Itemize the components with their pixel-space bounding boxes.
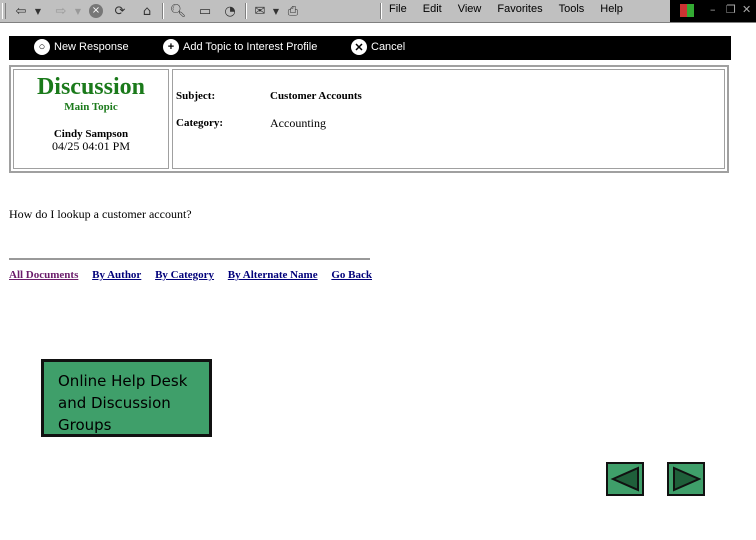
toolbar-grip [2, 3, 6, 19]
menu-help[interactable]: Help [600, 3, 623, 15]
document-header: Discussion Main Topic Cindy Sampson 04/2… [9, 65, 729, 173]
document-fields-cell: Subject: Customer Accounts Category: Acc… [172, 69, 725, 169]
menu-bar: File Edit View Favorites Tools Help [389, 3, 639, 15]
home-icon[interactable]: ⌂ [137, 2, 157, 20]
right-arrow-icon [673, 466, 701, 492]
subject-value: Customer Accounts [270, 90, 362, 102]
new-response-button[interactable]: ○ New Response [34, 39, 129, 55]
document-body: How do I lookup a customer account? [9, 207, 192, 221]
favorites-icon[interactable]: ▭ [195, 2, 215, 20]
menu-favorites[interactable]: Favorites [497, 3, 542, 15]
link-by-alternate-name[interactable]: By Alternate Name [228, 269, 318, 281]
close-icon[interactable]: ✕ [742, 3, 751, 16]
history-icon[interactable]: ◔ [220, 2, 240, 20]
restore-icon[interactable]: ❐ [726, 3, 736, 16]
cancel-label: Cancel [371, 41, 406, 53]
toolbar-separator [162, 3, 164, 19]
refresh-icon[interactable]: ⟳ [111, 2, 129, 20]
print-icon[interactable]: ⎙ [283, 2, 303, 20]
action-bar: ○ New Response + Add Topic to Interest P… [9, 36, 731, 60]
add-topic-button[interactable]: + Add Topic to Interest Profile [163, 39, 317, 55]
post-date: 04/25 04:01 PM [51, 139, 130, 153]
toolbar-separator [245, 3, 247, 19]
menu-view[interactable]: View [458, 3, 482, 15]
mail-dropdown-icon[interactable]: ▼ [272, 2, 280, 20]
caption-box: Online Help Desk and Discussion Groups [41, 359, 212, 437]
toolbar-separator [380, 3, 382, 19]
link-by-category[interactable]: By Category [155, 269, 214, 281]
link-by-author[interactable]: By Author [92, 269, 141, 281]
divider [9, 258, 370, 260]
stop-icon[interactable]: × [87, 2, 105, 20]
link-go-back[interactable]: Go Back [331, 269, 372, 281]
forward-dropdown-icon[interactable]: ▼ [74, 2, 82, 20]
new-response-label: New Response [54, 41, 129, 53]
menu-tools[interactable]: Tools [559, 3, 585, 15]
left-arrow-icon [610, 466, 639, 492]
category-value: Accounting [270, 116, 326, 130]
minimize-icon[interactable]: – [710, 3, 716, 16]
windows-logo-icon [680, 4, 694, 17]
menu-edit[interactable]: Edit [423, 3, 442, 15]
link-all-documents[interactable]: All Documents [9, 269, 78, 281]
menu-file[interactable]: File [389, 3, 407, 15]
search-icon[interactable]: 🔍︎ [168, 2, 188, 20]
page-title: Discussion [36, 74, 146, 100]
view-links: All Documents By Author By Category By A… [9, 269, 383, 281]
back-icon[interactable]: ⇦ [10, 2, 32, 20]
cancel-icon: ✕ [351, 39, 367, 55]
page-subtitle: Main Topic [64, 101, 118, 113]
document-info-cell: Discussion Main Topic Cindy Sampson 04/2… [13, 69, 169, 169]
plus-icon: + [163, 39, 179, 55]
subject-label: Subject: [176, 90, 216, 102]
window-controls: – ❐ ✕ [670, 0, 756, 22]
speech-bubble-icon: ○ [34, 39, 50, 55]
forward-icon[interactable]: ⇨ [50, 2, 72, 20]
add-topic-label: Add Topic to Interest Profile [183, 41, 318, 53]
back-dropdown-icon[interactable]: ▼ [34, 2, 42, 20]
category-label: Category: [176, 117, 224, 129]
cancel-button[interactable]: ✕ Cancel [351, 39, 405, 55]
next-button[interactable] [667, 462, 705, 496]
mail-icon[interactable]: ✉ [250, 2, 270, 20]
browser-toolbar: ⇦ ▼ ⇨ ▼ × ⟳ ⌂ 🔍︎ ▭ ◔ ✉ ▼ ⎙ File Edit Vie… [0, 0, 756, 23]
previous-button[interactable] [606, 462, 644, 496]
